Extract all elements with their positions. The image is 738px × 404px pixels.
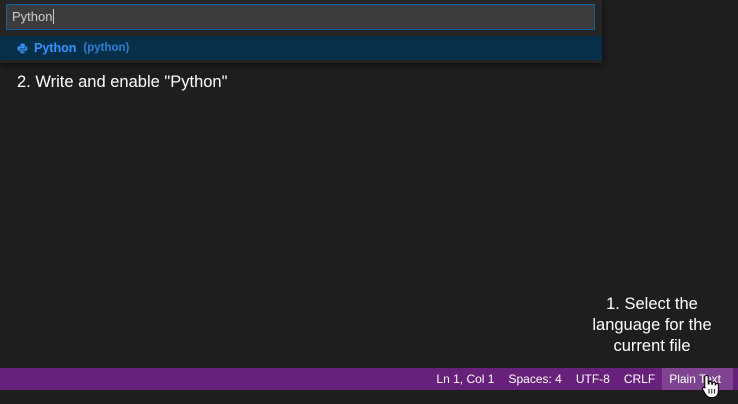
status-bar-right: Ln 1, Col 1 Spaces: 4 UTF-8 CRLF Plain T… [429,368,738,390]
status-bar: Ln 1, Col 1 Spaces: 4 UTF-8 CRLF Plain T… [0,368,738,390]
text-caret [53,9,55,24]
status-end-of-line[interactable]: CRLF [617,368,662,390]
annotation-step-2: 2. Write and enable "Python" [17,73,228,91]
search-input-value: Python [12,9,53,24]
status-encoding[interactable]: UTF-8 [569,368,617,390]
language-search-input[interactable]: Python [6,4,595,30]
language-option-id: (python) [83,42,130,54]
status-language-mode[interactable]: Plain Text [662,368,733,390]
status-indentation[interactable]: Spaces: 4 [501,368,568,390]
hand-pointer-icon [702,374,719,398]
bottom-edge [0,390,738,404]
status-cursor-position[interactable]: Ln 1, Col 1 [429,368,501,390]
language-option-label: Python [34,41,77,55]
python-icon [17,42,28,54]
annotation-step-1: 1. Select the language for the current f… [592,295,712,355]
language-option-python[interactable]: Python (python) [0,36,602,60]
language-quick-pick: Python Python (python) [0,0,602,63]
